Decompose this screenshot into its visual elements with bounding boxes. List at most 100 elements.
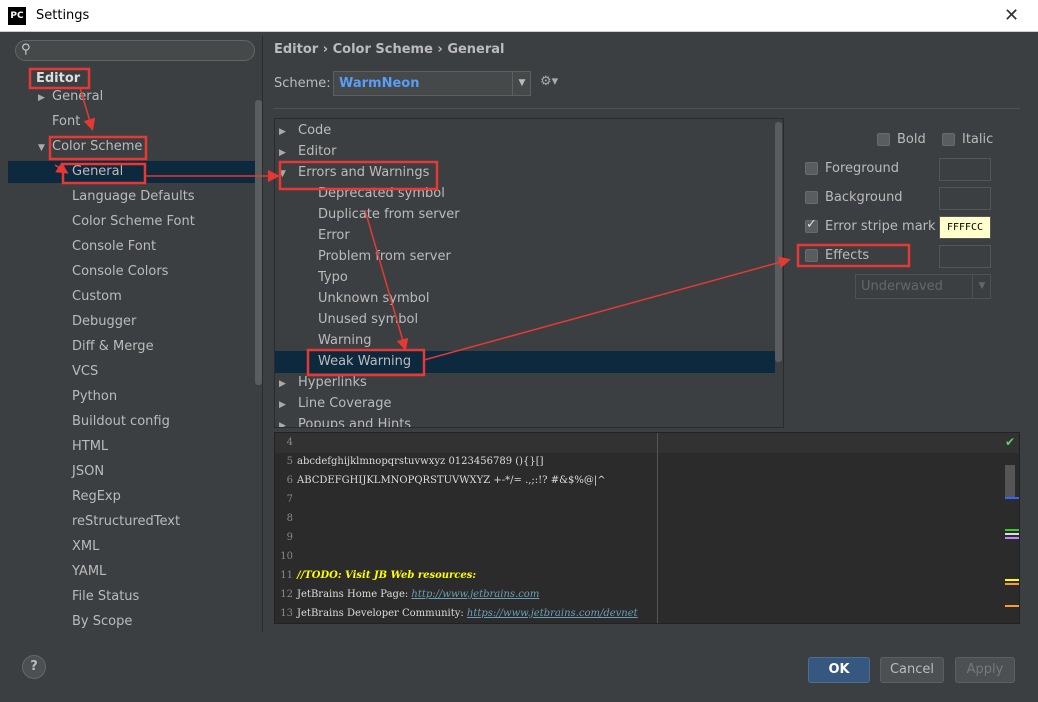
expand-right-icon[interactable]: ▶: [279, 394, 293, 416]
attribute-item[interactable]: ▶ Hyperlinks: [275, 372, 775, 394]
error-stripe-swatch[interactable]: FFFFCC: [939, 216, 991, 239]
right-margin-line: [657, 433, 658, 623]
sidebar-item-label: Font: [52, 114, 81, 129]
scheme-select[interactable]: WarmNeon ▼: [333, 71, 531, 96]
code-link[interactable]: http://www.jetbrains.com: [411, 589, 539, 600]
code-line: 12 JetBrains Home Page: http://www.jetbra…: [275, 589, 539, 600]
attribute-item[interactable]: ▶ Line Coverage: [275, 393, 775, 415]
sidebar-item-label: Debugger: [72, 314, 137, 329]
line-number: 7: [286, 494, 293, 505]
sidebar-item[interactable]: Console Font: [8, 236, 255, 258]
foreground-swatch[interactable]: [939, 158, 991, 181]
line-number: 11: [280, 570, 293, 581]
sidebar-item-label: reStructuredText: [72, 514, 181, 529]
sidebar-item[interactable]: Python: [8, 386, 255, 408]
stripe-mark: [1005, 529, 1019, 531]
attribute-item[interactable]: Unused symbol: [275, 309, 775, 331]
attributes-scrollbar[interactable]: [775, 122, 782, 362]
background-swatch[interactable]: [939, 187, 991, 210]
close-icon[interactable]: ✕: [1004, 5, 1019, 26]
code-preview[interactable]: ✔ 4 5 abcdefghijklmnopqrstuvwxyz 012345678…: [274, 432, 1020, 624]
search-input[interactable]: ⚲: [15, 40, 255, 61]
expand-right-icon[interactable]: ▶: [38, 87, 52, 109]
attribute-item[interactable]: ▶ Code: [275, 120, 775, 142]
expand-right-icon[interactable]: ▶: [279, 415, 293, 427]
italic-label: Italic: [962, 132, 994, 147]
apply-button[interactable]: Apply: [955, 657, 1015, 683]
attribute-label: Hyperlinks: [298, 375, 367, 390]
preview-scrollbar[interactable]: [1005, 465, 1015, 499]
sidebar-item[interactable]: YAML: [8, 561, 255, 583]
sidebar-item[interactable]: reStructuredText: [8, 511, 255, 533]
sidebar-item[interactable]: ▶ General: [38, 86, 103, 108]
code-link[interactable]: https://www.jetbrains.com/devnet: [467, 608, 638, 619]
sidebar-item-label: Diff & Merge: [72, 339, 154, 354]
attribute-item[interactable]: ▶ Editor: [275, 141, 775, 163]
attribute-item[interactable]: Unknown symbol: [275, 288, 775, 310]
bold-label: Bold: [897, 132, 926, 147]
sidebar-item[interactable]: General: [8, 161, 255, 183]
scheme-label: Scheme:: [274, 76, 331, 91]
expand-down-icon[interactable]: ▼: [279, 163, 293, 185]
attribute-label: Editor: [298, 144, 337, 159]
sidebar-item[interactable]: Custom: [8, 286, 255, 308]
sidebar-item[interactable]: Font: [38, 111, 80, 133]
expand-down-icon[interactable]: ▼: [38, 137, 52, 159]
attribute-item[interactable]: ▼ Errors and Warnings: [275, 162, 775, 184]
attribute-item[interactable]: Deprecated symbol: [275, 183, 775, 205]
attribute-item[interactable]: Error: [275, 225, 775, 247]
foreground-checkbox[interactable]: [805, 162, 818, 175]
effects-checkbox[interactable]: [805, 249, 818, 262]
effects-swatch[interactable]: [939, 245, 991, 268]
background-checkbox[interactable]: [805, 191, 818, 204]
sidebar-item[interactable]: Language Defaults: [8, 186, 255, 208]
bold-checkbox[interactable]: [877, 133, 890, 146]
sidebar-item[interactable]: ▼ Color Scheme: [38, 136, 142, 158]
attribute-item[interactable]: ▶ Popups and Hints: [275, 414, 775, 428]
sidebar-item[interactable]: Color Scheme Font: [8, 211, 255, 233]
sidebar-item[interactable]: VCS: [8, 361, 255, 383]
sidebar-item[interactable]: HTML: [8, 436, 255, 458]
cancel-button[interactable]: Cancel: [880, 657, 944, 683]
sidebar-item[interactable]: File Status: [8, 586, 255, 608]
attribute-label: Duplicate from server: [318, 207, 460, 222]
sidebar-item-label: By Scope: [72, 614, 133, 629]
stripe-mark: [1005, 605, 1019, 607]
sidebar-item[interactable]: Diff & Merge: [8, 336, 255, 358]
expand-right-icon[interactable]: ▶: [279, 142, 293, 164]
expand-right-icon[interactable]: ▶: [279, 373, 293, 395]
error-stripe-checkbox[interactable]: [805, 217, 818, 233]
attribute-label: Problem from server: [318, 249, 451, 264]
expand-right-icon[interactable]: ▶: [279, 121, 293, 143]
effect-type-select[interactable]: Underwaved ▼: [855, 274, 991, 299]
sidebar-item[interactable]: Buildout config: [8, 411, 255, 433]
foreground-label: Foreground: [825, 161, 900, 176]
sidebar-item[interactable]: Debugger: [8, 311, 255, 333]
code-line: 5 abcdefghijklmnopqrstuvwxyz 0123456789 (…: [275, 456, 544, 467]
code-line: 9: [275, 532, 297, 543]
sidebar-item[interactable]: Console Colors: [8, 261, 255, 283]
sidebar-item[interactable]: XML: [8, 536, 255, 558]
sidebar-scrollbar[interactable]: [255, 100, 262, 385]
attribute-label: Unknown symbol: [318, 291, 430, 306]
sidebar-item-label: Python: [72, 389, 118, 404]
gear-icon[interactable]: ⚙▾: [540, 74, 558, 89]
attribute-item[interactable]: Warning: [275, 330, 775, 352]
sidebar-item[interactable]: By Scope: [8, 611, 255, 633]
sidebar-item[interactable]: RegExp: [8, 486, 255, 508]
sidebar-item[interactable]: JSON: [8, 461, 255, 483]
italic-checkbox[interactable]: [942, 133, 955, 146]
attribute-label: Popups and Hints: [298, 417, 412, 428]
code-line: 10: [275, 551, 297, 562]
line-number: 12: [280, 589, 293, 600]
attribute-item[interactable]: Duplicate from server: [275, 204, 775, 226]
attribute-item[interactable]: Weak Warning: [275, 351, 775, 373]
attribute-item[interactable]: Typo: [275, 267, 775, 289]
help-button[interactable]: ?: [22, 655, 46, 679]
stripe-mark: [1005, 497, 1019, 499]
ok-button[interactable]: OK: [808, 657, 870, 683]
attribute-item[interactable]: Problem from server: [275, 246, 775, 268]
background-label: Background: [825, 190, 903, 205]
sidebar-item-label: Color Scheme Font: [72, 214, 195, 229]
line-number: 6: [286, 475, 293, 486]
